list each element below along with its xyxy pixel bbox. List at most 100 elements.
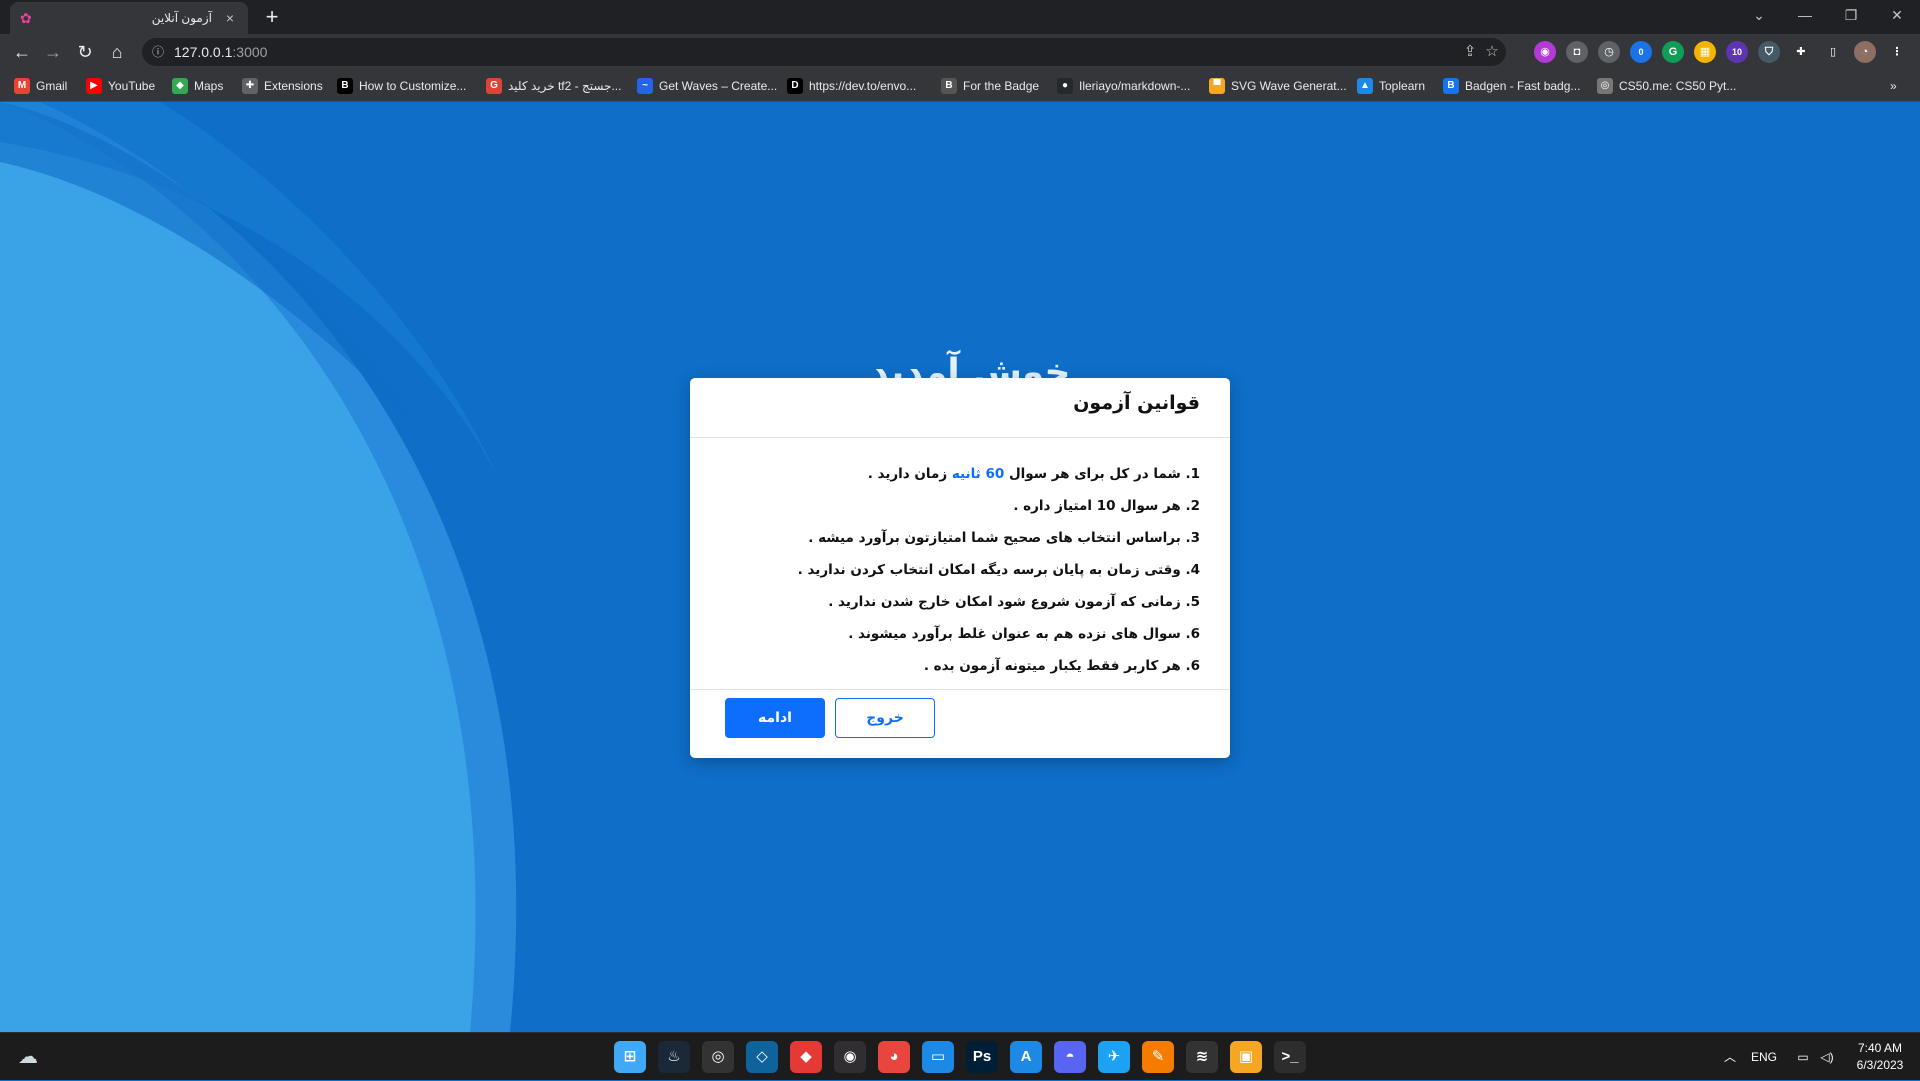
google-icon: G xyxy=(486,78,502,94)
network-app-icon[interactable]: ≋ xyxy=(1186,1041,1218,1073)
network-icon[interactable]: ▭ xyxy=(1792,1033,1814,1081)
rule-text: 6. سوال های نزده هم به عنوان غلط برآورد … xyxy=(848,626,1200,642)
obs-ring-icon[interactable]: ◎ xyxy=(702,1041,734,1073)
bookmark-label: Extensions xyxy=(264,79,323,93)
language-indicator[interactable]: ENG xyxy=(1748,1033,1780,1081)
grammarly-icon[interactable]: G xyxy=(1662,41,1684,63)
restore-button[interactable]: ❐ xyxy=(1828,0,1874,34)
rule-text: 1. شما در کل برای هر سوال xyxy=(1004,466,1200,482)
rule-text: 5. زمانی که آزمون شروع شود امکان خارج شد… xyxy=(828,594,1200,610)
extension-purple-icon[interactable]: ◉ xyxy=(1534,41,1556,63)
new-tab-button[interactable]: + xyxy=(258,4,286,30)
git-client-icon[interactable]: ◆ xyxy=(790,1041,822,1073)
clock-time: 7:40 AM xyxy=(1857,1041,1903,1055)
chrome-icon[interactable]: ◕ xyxy=(878,1041,910,1073)
bookmark-item[interactable]: Dhttps://dev.to/envo... xyxy=(787,77,916,95)
shield-icon[interactable]: ⛉ xyxy=(1758,41,1780,63)
steam-icon[interactable]: ♨ xyxy=(658,1041,690,1073)
rule-text-end: زمان دارید . xyxy=(867,466,952,482)
rule-item: 1. شما در کل برای هر سوال 60 ثانیه زمان … xyxy=(720,458,1200,490)
exit-button[interactable]: خروج xyxy=(835,698,935,738)
minimize-button[interactable]: — xyxy=(1782,0,1828,34)
chevron-up-icon[interactable]: ︿ xyxy=(1718,1033,1742,1081)
discord-icon[interactable]: ◓ xyxy=(1054,1041,1086,1073)
bookmark-item[interactable]: B Badgen - Fast badg... xyxy=(1443,77,1580,95)
address-bar[interactable]: ⓘ 127.0.0.1:3000 ⇪ ☆ xyxy=(142,38,1506,66)
bookmark-item[interactable]: ~ Get Waves – Create... xyxy=(637,77,777,95)
rule-item: 4. وقتی زمان به پایان برسه دیگه امکان ان… xyxy=(720,554,1200,586)
rule-item: 5. زمانی که آزمون شروع شود امکان خارج شد… xyxy=(720,586,1200,618)
rule-text: 6. هر کاربر فقط یکبار میتونه آزمون بده . xyxy=(923,658,1200,674)
bookmark-item[interactable]: ▲ Toplearn xyxy=(1357,77,1425,95)
extension-gauge-icon[interactable]: ◷ xyxy=(1598,41,1620,63)
clock[interactable]: 7:40 AM 6/3/2023 xyxy=(1846,1033,1914,1081)
gmail-icon: M xyxy=(14,78,30,94)
bookmark-item[interactable]: ✚ Extensions xyxy=(242,77,323,95)
extension-badge-b[interactable]: 10 xyxy=(1726,41,1748,63)
modal-title: قوانین آزمون xyxy=(1073,392,1200,414)
menu-kebab-icon[interactable]: ⋮ xyxy=(1886,41,1908,63)
more-bookmarks-icon[interactable]: » xyxy=(1890,77,1897,95)
side-panel-icon[interactable]: ▯ xyxy=(1822,41,1844,63)
desktop-icon[interactable]: ▭ xyxy=(922,1041,954,1073)
continue-button[interactable]: ادامه xyxy=(725,698,825,738)
bookmark-item[interactable]: ▀ SVG Wave Generat... xyxy=(1209,77,1347,95)
share-icon[interactable]: ⇪ xyxy=(1460,38,1480,66)
back-icon[interactable]: ← xyxy=(10,40,34,64)
vscode-icon[interactable]: ◇ xyxy=(746,1041,778,1073)
bookmark-label: Get Waves – Create... xyxy=(659,79,778,93)
bookmark-item[interactable]: B For the Badge xyxy=(941,77,1039,95)
tab-search-button[interactable]: ⌄ xyxy=(1736,0,1782,34)
brush-app-icon[interactable]: ✎ xyxy=(1142,1041,1174,1073)
virtualbox-icon[interactable]: ▣ xyxy=(1230,1041,1262,1073)
page-content: خوش آمدید قوانین آزمون 1. شما در کل برای… xyxy=(0,102,1920,1032)
browser-toolbar: ← → ↻ ⌂ ⓘ 127.0.0.1:3000 ⇪ ☆ ◉ ◘ ◷ 0 G ▦… xyxy=(0,34,1920,70)
bookmark-item[interactable]: M Gmail xyxy=(14,77,67,95)
url-port: :3000 xyxy=(232,44,268,60)
badge-icon: B xyxy=(941,78,957,94)
browser-tab[interactable]: ✿ آزمون آنلاین × xyxy=(10,2,248,34)
bookmark-label: Toplearn xyxy=(1379,79,1426,93)
reload-icon[interactable]: ↻ xyxy=(73,40,97,64)
bookmark-icon: B xyxy=(337,78,353,94)
rule-item: 2. هر سوال 10 امتیاز داره . xyxy=(720,490,1200,522)
photoshop-icon[interactable]: Ps xyxy=(966,1041,998,1073)
color-picker-icon[interactable]: ▦ xyxy=(1694,41,1716,63)
tab-close-icon[interactable]: × xyxy=(222,10,238,26)
camera-extension-icon[interactable]: ◘ xyxy=(1566,41,1588,63)
bookmark-item[interactable]: ◆ Maps xyxy=(172,77,223,95)
site-info-icon[interactable]: ⓘ xyxy=(152,38,164,66)
extension-badge-a[interactable]: 0 xyxy=(1630,41,1652,63)
bookmark-label: SVG Wave Generat... xyxy=(1231,79,1347,93)
close-window-button[interactable]: ✕ xyxy=(1874,0,1920,34)
bookmark-label: CS50.me: CS50 Pyt... xyxy=(1619,79,1737,93)
forward-icon[interactable]: → xyxy=(41,40,65,64)
badgen-icon: B xyxy=(1443,78,1459,94)
weather-widget-icon[interactable]: ☁ xyxy=(12,1041,44,1073)
bookmark-item[interactable]: ◎ CS50.me: CS50 Pyt... xyxy=(1597,77,1736,95)
bookmark-label: خرید کلید tf2 - جستج... xyxy=(508,79,622,93)
bookmark-item[interactable]: B How to Customize... xyxy=(337,77,466,95)
volume-icon[interactable]: ◁) xyxy=(1816,1033,1838,1081)
svg-wave-icon: ▀ xyxy=(1209,78,1225,94)
rule-item: 6. سوال های نزده هم به عنوان غلط برآورد … xyxy=(720,618,1200,650)
dev-icon: D xyxy=(787,78,803,94)
profile-avatar[interactable]: ◔ xyxy=(1854,41,1876,63)
bookmark-label: https://dev.to/envo... xyxy=(809,79,917,93)
rule-highlight: 60 ثانیه xyxy=(951,466,1005,482)
bird-app-icon[interactable]: ✈ xyxy=(1098,1041,1130,1073)
taskbar: ☁ ︿ ENG ▭ ◁) 7:40 AM 6/3/2023 ⊞ ♨ ◎ ◇ ◆ ◉ ◕ ▭ Ps… xyxy=(0,1032,1920,1080)
extensions-puzzle-icon[interactable]: ✚ xyxy=(1790,41,1812,63)
home-icon[interactable]: ⌂ xyxy=(105,40,129,64)
obs-icon[interactable]: ◉ xyxy=(834,1041,866,1073)
bookmark-item[interactable]: G خرید کلید tf2 - جستج... xyxy=(486,77,621,95)
bookmark-item[interactable]: ▶ YouTube xyxy=(86,77,155,95)
windows-start-icon[interactable]: ⊞ xyxy=(614,1041,646,1073)
modal-footer: خروج ادامه xyxy=(690,690,1230,757)
app-store-icon[interactable]: A xyxy=(1010,1041,1042,1073)
rule-text: 3. براساس انتخاب های صحیح شما امتیازتون … xyxy=(808,530,1200,546)
bookmark-item[interactable]: ● Ileriayo/markdown-... xyxy=(1057,77,1190,95)
bookmark-star-icon[interactable]: ☆ xyxy=(1482,38,1502,66)
site-favicon-icon: ✿ xyxy=(20,10,32,26)
terminal-icon[interactable]: >_ xyxy=(1274,1041,1306,1073)
